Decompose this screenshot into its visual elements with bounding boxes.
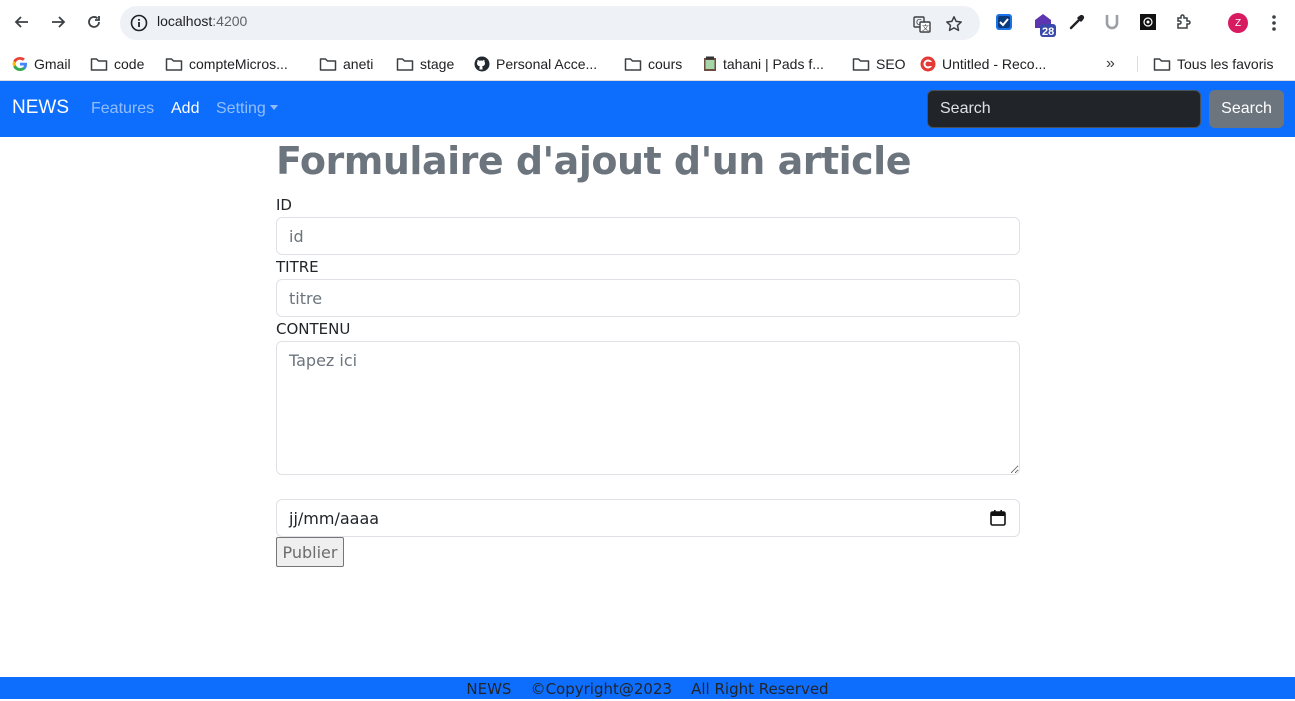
bookmark-seo[interactable]: SEO <box>852 52 906 76</box>
chrome-menu-icon[interactable] <box>1266 12 1282 34</box>
bookmark-label: compteMicros... <box>189 56 288 72</box>
browser-toolbar: localhost:4200 G文 28 Z <box>0 0 1295 46</box>
google-icon <box>12 57 27 71</box>
bookmark-label: SEO <box>876 56 906 72</box>
folder-icon <box>1153 58 1171 71</box>
svg-text:文: 文 <box>922 23 929 32</box>
bookmark-label: code <box>114 56 145 72</box>
bookmark-cours[interactable]: cours <box>624 52 682 76</box>
todo-extension-icon[interactable] <box>994 12 1014 32</box>
folder-icon <box>90 58 108 71</box>
svg-text:28: 28 <box>1042 26 1054 38</box>
bookmark-star-icon[interactable] <box>944 14 964 34</box>
bookmark-label: Tous les favoris <box>1177 56 1274 72</box>
page-footer: NEWS ©Copyright@2023 All Right Reserved <box>0 677 1295 699</box>
bookmarks-divider <box>1137 56 1138 72</box>
bookmarks-bar: Gmail code compteMicros... aneti stage P… <box>0 46 1295 81</box>
calendar-extension-icon[interactable]: 28 <box>1032 10 1056 38</box>
github-icon <box>474 56 490 72</box>
extensions-puzzle-icon[interactable] <box>1174 12 1194 32</box>
bookmark-code[interactable]: code <box>90 52 144 76</box>
search-button[interactable]: Search <box>1209 90 1284 128</box>
bookmark-comptemicros[interactable]: compteMicros... <box>165 52 288 76</box>
id-label: ID <box>276 196 292 214</box>
bookmark-tahani-pads[interactable]: tahani | Pads f... <box>703 52 824 76</box>
titre-label: TITRE <box>276 258 319 276</box>
publish-button[interactable]: Publier <box>276 537 344 567</box>
nav-link-add[interactable]: Add <box>171 100 199 118</box>
date-input[interactable]: jj/mm/aaaa <box>276 499 1020 537</box>
chatgpt-extension-icon[interactable] <box>1138 12 1158 32</box>
id-input[interactable] <box>276 217 1020 255</box>
folder-icon <box>396 58 414 71</box>
folder-icon <box>165 58 183 71</box>
app-navbar: NEWS Features Add Setting Search <box>0 81 1295 137</box>
translate-icon[interactable]: G文 <box>912 14 932 34</box>
nav-dropdown-label: Setting <box>216 100 266 117</box>
folder-icon <box>624 58 642 71</box>
date-placeholder: jj/mm/aaaa <box>289 508 380 528</box>
bookmark-label: Personal Acce... <box>496 56 598 72</box>
search-input[interactable] <box>927 90 1201 128</box>
address-bar[interactable]: localhost:4200 G文 <box>120 6 980 40</box>
caret-down-icon <box>269 105 278 110</box>
u-extension-icon[interactable] <box>1102 12 1122 32</box>
bookmark-untitled-record[interactable]: Untitled - Reco... <box>920 52 1046 76</box>
profile-avatar[interactable]: Z <box>1228 13 1248 33</box>
folder-icon <box>319 58 337 71</box>
back-icon[interactable] <box>10 10 34 34</box>
bookmark-label: stage <box>420 56 455 72</box>
footer-rights: All Right Reserved <box>691 680 829 698</box>
bookmark-gmail[interactable]: Gmail <box>12 52 71 76</box>
bookmark-label: Untitled - Reco... <box>942 56 1047 72</box>
bookmark-personal-access[interactable]: Personal Acce... <box>474 52 597 76</box>
contenu-label: CONTENU <box>276 320 351 338</box>
url-text: localhost:4200 <box>157 13 248 29</box>
pad-icon <box>704 56 716 71</box>
titre-input[interactable] <box>276 279 1020 317</box>
more-bookmarks-button[interactable]: » <box>1106 52 1115 76</box>
footer-brand: NEWS <box>466 680 512 698</box>
bookmark-label: Gmail <box>34 56 71 72</box>
bookmark-label: tahani | Pads f... <box>723 56 824 72</box>
reload-icon[interactable] <box>82 10 106 34</box>
site-info-icon[interactable] <box>130 14 148 32</box>
record-icon <box>920 56 936 72</box>
page-title: Formulaire d'ajout d'un article <box>276 139 911 183</box>
nav-dropdown-setting[interactable]: Setting <box>216 100 278 118</box>
folder-icon <box>852 58 870 71</box>
nav-link-features[interactable]: Features <box>91 100 154 118</box>
footer-copyright: ©Copyright@2023 <box>530 680 673 698</box>
all-bookmarks-folder[interactable]: Tous les favoris <box>1153 52 1273 76</box>
bookmark-stage[interactable]: stage <box>396 52 454 76</box>
forward-icon[interactable] <box>46 10 70 34</box>
navbar-brand[interactable]: NEWS <box>12 97 69 119</box>
contenu-textarea[interactable] <box>276 341 1020 475</box>
bookmark-label: cours <box>648 56 683 72</box>
calendar-icon[interactable] <box>989 509 1007 527</box>
bookmark-aneti[interactable]: aneti <box>319 52 373 76</box>
bookmark-label: aneti <box>343 56 374 72</box>
eyedropper-extension-icon[interactable] <box>1067 12 1087 32</box>
